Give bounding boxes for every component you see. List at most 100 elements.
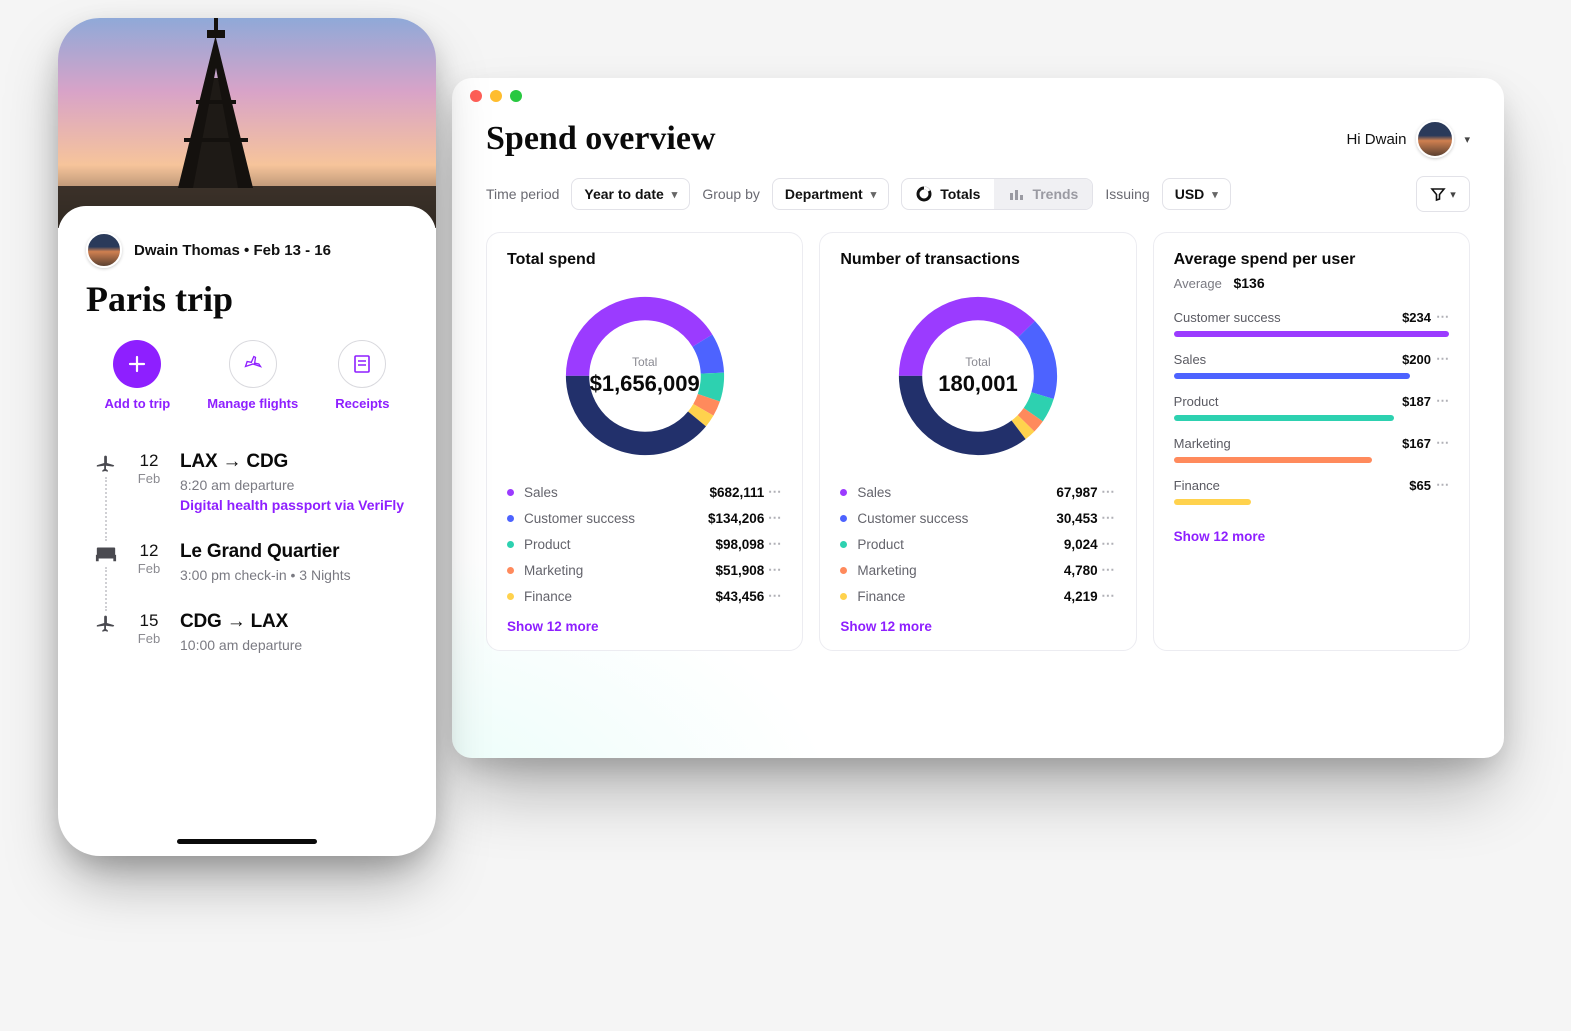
legend-dot-icon: [840, 489, 847, 496]
filter-button[interactable]: ▾: [1416, 176, 1470, 212]
itinerary-link[interactable]: Digital health passport via VeriFly: [180, 497, 404, 513]
total-spend-card: Total spend Total $1,656,009 Sales $682,…: [486, 232, 803, 651]
row-menu-icon[interactable]: ⋯: [1431, 309, 1449, 325]
legend-name: Marketing: [857, 563, 916, 578]
issuing-select[interactable]: USD▾: [1162, 178, 1231, 210]
user-avatar: [86, 232, 122, 268]
legend-row: Product $98,098 ⋯: [507, 531, 782, 557]
bar-row: Sales $200 ⋯: [1174, 351, 1449, 379]
bar-name: Customer success: [1174, 310, 1281, 325]
legend-name: Product: [524, 537, 571, 552]
legend-dot-icon: [840, 541, 847, 548]
row-menu-icon[interactable]: ⋯: [1098, 510, 1116, 526]
legend-name: Customer success: [524, 511, 635, 526]
bar-row: Product $187 ⋯: [1174, 393, 1449, 421]
legend-name: Sales: [524, 485, 558, 500]
chevron-down-icon: ▾: [1450, 188, 1456, 201]
user-menu[interactable]: Hi Dwain ▾: [1346, 120, 1470, 158]
legend-name: Finance: [857, 589, 905, 604]
trends-tab[interactable]: Trends: [994, 179, 1092, 209]
donut-icon: [916, 186, 932, 202]
row-menu-icon[interactable]: ⋯: [1431, 393, 1449, 409]
receipts-button[interactable]: Receipts: [335, 340, 389, 411]
trip-user-daterange: Dwain Thomas • Feb 13 - 16: [134, 242, 331, 259]
show-more-link[interactable]: Show 12 more: [1174, 529, 1449, 544]
row-menu-icon[interactable]: ⋯: [1431, 435, 1449, 451]
show-more-link[interactable]: Show 12 more: [507, 619, 782, 634]
legend-dot-icon: [507, 567, 514, 574]
bar-value: $234: [1402, 310, 1431, 325]
minimize-dot-icon[interactable]: [490, 90, 502, 102]
filter-bar: Time period Year to date▾ Group by Depar…: [486, 176, 1470, 212]
legend-dot-icon: [507, 593, 514, 600]
legend: Sales $682,111 ⋯ Customer success $134,2…: [507, 479, 782, 609]
row-menu-icon[interactable]: ⋯: [1098, 484, 1116, 500]
legend-value: $51,908: [716, 563, 765, 578]
row-menu-icon[interactable]: ⋯: [764, 510, 782, 526]
legend-name: Product: [857, 537, 904, 552]
bar-value: $65: [1409, 478, 1431, 493]
legend-dot-icon: [840, 593, 847, 600]
itinerary-date: 12Feb: [132, 451, 166, 513]
itinerary-item[interactable]: 12Feb Le Grand Quartier 3:00 pm check-in…: [94, 527, 408, 597]
legend-row: Marketing 4,780 ⋯: [840, 557, 1115, 583]
zoom-dot-icon[interactable]: [510, 90, 522, 102]
avg-bars: Customer success $234 ⋯ Sales $200 ⋯ Pro…: [1174, 309, 1449, 519]
add-to-trip-button[interactable]: Add to trip: [105, 340, 171, 411]
bars-icon: [1008, 186, 1024, 202]
row-menu-icon[interactable]: ⋯: [1098, 562, 1116, 578]
itinerary-subtitle: 3:00 pm check-in • 3 Nights: [180, 567, 351, 583]
card-title: Total spend: [507, 251, 782, 269]
legend-row: Sales $682,111 ⋯: [507, 479, 782, 505]
legend-row: Finance 4,219 ⋯: [840, 583, 1115, 609]
legend-value: $43,456: [716, 589, 765, 604]
itinerary-item[interactable]: 12Feb LAX → CDG 8:20 am departure Digita…: [94, 437, 408, 527]
receipt-icon: [338, 340, 386, 388]
transactions-card: Number of transactions Total 180,001 Sal…: [819, 232, 1136, 651]
row-menu-icon[interactable]: ⋯: [1431, 477, 1449, 493]
legend: Sales 67,987 ⋯ Customer success 30,453 ⋯…: [840, 479, 1115, 609]
itinerary-list: 12Feb LAX → CDG 8:20 am departure Digita…: [86, 437, 408, 667]
show-more-link[interactable]: Show 12 more: [840, 619, 1115, 634]
row-menu-icon[interactable]: ⋯: [1431, 351, 1449, 367]
window-traffic-lights: [452, 78, 1504, 114]
legend-dot-icon: [840, 515, 847, 522]
legend-row: Sales 67,987 ⋯: [840, 479, 1115, 505]
close-dot-icon[interactable]: [470, 90, 482, 102]
itinerary-title: LAX → CDG: [180, 451, 404, 473]
row-menu-icon[interactable]: ⋯: [764, 562, 782, 578]
group-by-select[interactable]: Department▾: [772, 178, 889, 210]
chevron-down-icon: ▾: [1464, 133, 1470, 146]
bar-row: Finance $65 ⋯: [1174, 477, 1449, 505]
trip-title: Paris trip: [86, 278, 408, 320]
legend-dot-icon: [507, 541, 514, 548]
itinerary-subtitle: 8:20 am departure: [180, 477, 404, 493]
page-title: Spend overview: [486, 120, 716, 158]
trip-card: Dwain Thomas • Feb 13 - 16 Paris trip Ad…: [58, 206, 436, 667]
legend-value: 4,219: [1064, 589, 1098, 604]
legend-dot-icon: [507, 515, 514, 522]
bed-icon: [94, 541, 118, 565]
manage-flights-button[interactable]: Manage flights: [207, 340, 298, 411]
issuing-label: Issuing: [1105, 186, 1149, 202]
itinerary-date: 12Feb: [132, 541, 166, 583]
row-menu-icon[interactable]: ⋯: [1098, 536, 1116, 552]
group-by-label: Group by: [702, 186, 760, 202]
legend-value: 67,987: [1056, 485, 1097, 500]
legend-value: $134,206: [708, 511, 764, 526]
row-menu-icon[interactable]: ⋯: [764, 536, 782, 552]
chevron-down-icon: ▾: [871, 188, 877, 201]
row-menu-icon[interactable]: ⋯: [764, 588, 782, 604]
legend-value: $98,098: [716, 537, 765, 552]
chevron-down-icon: ▾: [672, 188, 678, 201]
legend-name: Finance: [524, 589, 572, 604]
itinerary-item[interactable]: 15Feb CDG → LAX 10:00 am departure: [94, 597, 408, 667]
row-menu-icon[interactable]: ⋯: [1098, 588, 1116, 604]
view-toggle: Totals Trends: [901, 178, 1093, 210]
legend-dot-icon: [507, 489, 514, 496]
plane-icon: [229, 340, 277, 388]
totals-tab[interactable]: Totals: [902, 179, 994, 209]
legend-name: Marketing: [524, 563, 583, 578]
time-period-select[interactable]: Year to date▾: [571, 178, 690, 210]
row-menu-icon[interactable]: ⋯: [764, 484, 782, 500]
